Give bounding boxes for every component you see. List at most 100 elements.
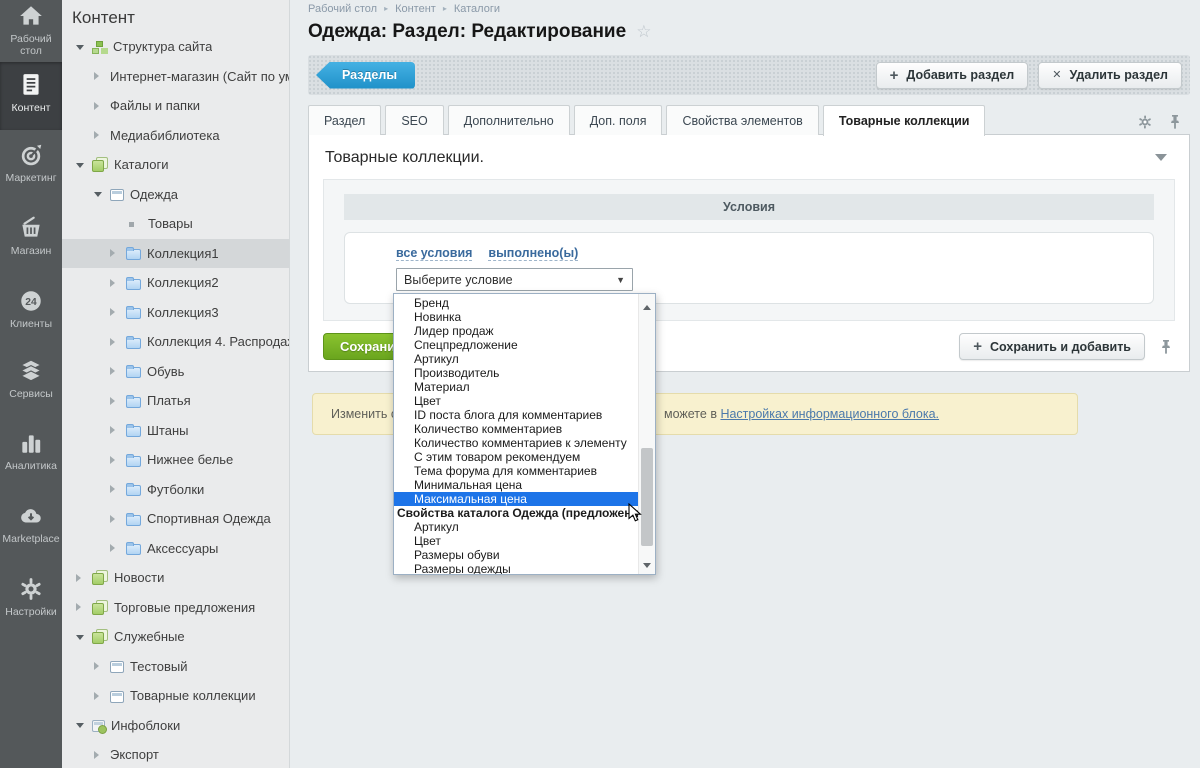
tree-item[interactable]: Футболки	[62, 475, 289, 505]
rail-item-desktop[interactable]: Рабочий стол	[0, 0, 62, 58]
tree-item[interactable]: Коллекция3	[62, 298, 289, 328]
dropdown-option[interactable]: Спецпредложение	[394, 338, 638, 352]
tab[interactable]: Раздел	[308, 105, 381, 135]
dropdown-option[interactable]: Новинка	[394, 310, 638, 324]
dropdown-option[interactable]: Минимальная цена	[394, 478, 638, 492]
rail-item-settings[interactable]: Настройки	[0, 576, 62, 634]
tree-item[interactable]: Коллекция 4. Распродажа	[62, 327, 289, 357]
dropdown-option[interactable]: Максимальная цена	[394, 492, 638, 506]
rail-item-marketplace[interactable]: Marketplace	[0, 503, 62, 561]
tree-node-icon	[126, 515, 141, 526]
tree-item-label: Структура сайта	[113, 39, 212, 54]
fulfilled-link[interactable]: выполнено(ы)	[488, 246, 578, 261]
rail-item-marketing[interactable]: Маркетинг	[0, 142, 62, 200]
tree-item[interactable]: Аксессуары	[62, 534, 289, 564]
tree-item-label: Торговые предложения	[114, 600, 255, 615]
context-toolbar: Разделы + Добавить раздел ✕ Удалить разд…	[308, 55, 1190, 95]
rail-item-analytics[interactable]: Аналитика	[0, 430, 62, 488]
tab[interactable]: Дополнительно	[448, 105, 570, 135]
tree-item[interactable]: Товарные коллекции	[62, 681, 289, 711]
collapse-chevron-icon[interactable]	[1155, 154, 1167, 167]
tab[interactable]: Свойства элементов	[666, 105, 818, 135]
dropdown-scrollbar[interactable]	[638, 294, 655, 574]
dropdown-option[interactable]: Цвет	[394, 394, 638, 408]
document-icon	[17, 72, 45, 98]
tree-item[interactable]: Структура сайта	[62, 32, 289, 62]
tree-item[interactable]: Нижнее белье	[62, 445, 289, 475]
save-and-add-button[interactable]: + Сохранить и добавить	[959, 333, 1145, 360]
condition-select[interactable]: Выберите условие ▼	[396, 268, 633, 291]
favorite-star-icon[interactable]: ☆	[636, 22, 651, 42]
dropdown-option[interactable]: Размеры одежды	[394, 562, 638, 574]
pin-icon[interactable]	[1159, 340, 1173, 354]
breadcrumb-catalogs[interactable]: Каталоги	[454, 3, 500, 15]
delete-section-button[interactable]: ✕ Удалить раздел	[1038, 62, 1182, 89]
tree-node-icon	[126, 279, 141, 290]
tree-item[interactable]: Каталоги	[62, 150, 289, 180]
all-conditions-link[interactable]: все условия	[396, 246, 472, 261]
tree-node-icon	[126, 218, 142, 230]
dropdown-option[interactable]: Лидер продаж	[394, 324, 638, 338]
tree-item[interactable]: Медиабиблиотека	[62, 121, 289, 151]
breadcrumb-desktop[interactable]: Рабочий стол	[308, 3, 377, 15]
dropdown-option[interactable]: Производитель	[394, 366, 638, 380]
plus-icon: +	[973, 339, 982, 354]
tab-label: Дополнительно	[464, 114, 554, 128]
breadcrumb-content[interactable]: Контент	[395, 3, 436, 15]
tree-item[interactable]: Новости	[62, 563, 289, 593]
tree-expand-arrow-icon	[76, 574, 92, 582]
tree-item-label: Инфоблоки	[111, 718, 180, 733]
tree-item[interactable]: Обувь	[62, 357, 289, 387]
tree-item[interactable]: Тестовый	[62, 652, 289, 682]
tab[interactable]: Доп. поля	[574, 105, 663, 135]
tree-node-icon	[110, 691, 124, 703]
form-settings-gear-icon[interactable]	[1138, 115, 1152, 129]
dropdown-option[interactable]: Артикул	[394, 352, 638, 366]
tree-item[interactable]: Интернет-магазин (Сайт по умолчан	[62, 62, 289, 92]
tab[interactable]: Товарные коллекции	[823, 105, 986, 136]
infoblock-settings-link[interactable]: Настройках информационного блока.	[720, 407, 939, 421]
tree-item[interactable]: Спортивная Одежда	[62, 504, 289, 534]
rail-item-shop[interactable]: Магазин	[0, 215, 62, 273]
dropdown-option[interactable]: Тема форума для комментариев	[394, 464, 638, 478]
pin-icon[interactable]	[1168, 115, 1182, 129]
tree-item[interactable]: Экспорт	[62, 740, 289, 768]
dropdown-option[interactable]: Артикул	[394, 520, 638, 534]
tree-item[interactable]: Коллекция1	[62, 239, 289, 269]
scroll-down-arrow-icon[interactable]	[639, 558, 655, 572]
rail-item-content[interactable]: Контент	[0, 62, 62, 130]
dropdown-option[interactable]: Размеры обуви	[394, 548, 638, 562]
back-to-sections-button[interactable]: Разделы	[316, 62, 415, 89]
scrollbar-thumb[interactable]	[641, 448, 653, 546]
tree-item[interactable]: Инфоблоки	[62, 711, 289, 741]
tree-item[interactable]: Товары	[62, 209, 289, 239]
tree-node-icon	[126, 308, 141, 319]
dropdown-option[interactable]: Цвет	[394, 534, 638, 548]
rail-item-clients[interactable]: 24 Клиенты	[0, 288, 62, 346]
rail-item-services[interactable]: Сервисы	[0, 358, 62, 416]
dropdown-option[interactable]: Бренд	[394, 296, 638, 310]
tree-item[interactable]: Торговые предложения	[62, 593, 289, 623]
tree-item[interactable]: Платья	[62, 386, 289, 416]
dropdown-option[interactable]: Материал	[394, 380, 638, 394]
scroll-up-arrow-icon[interactable]	[639, 296, 655, 310]
tree-item[interactable]: Служебные	[62, 622, 289, 652]
bar-chart-icon	[17, 430, 45, 456]
tab[interactable]: SEO	[385, 105, 443, 135]
add-section-button[interactable]: + Добавить раздел	[876, 62, 1029, 89]
tree-item[interactable]: Одежда	[62, 180, 289, 210]
tree-node-icon	[126, 544, 141, 555]
tree-node-icon	[126, 456, 141, 467]
tree-node-icon	[126, 367, 141, 378]
dropdown-option[interactable]: Количество комментариев к элементу	[394, 436, 638, 450]
dropdown-option[interactable]: С этим товаром рекомендуем	[394, 450, 638, 464]
tree-item[interactable]: Коллекция2	[62, 268, 289, 298]
dropdown-option[interactable]: ID поста блога для комментариев	[394, 408, 638, 422]
tree-item[interactable]: Файлы и папки	[62, 91, 289, 121]
tab-label: Товарные коллекции	[839, 114, 970, 128]
tree-item-label: Тестовый	[130, 659, 188, 674]
tree-item[interactable]: Штаны	[62, 416, 289, 446]
dropdown-option[interactable]: Количество комментариев	[394, 422, 638, 436]
dropdown-option[interactable]: Свойства каталога Одежда (предложения) […	[394, 506, 638, 520]
tree-item-label: Медиабиблиотека	[110, 128, 220, 143]
